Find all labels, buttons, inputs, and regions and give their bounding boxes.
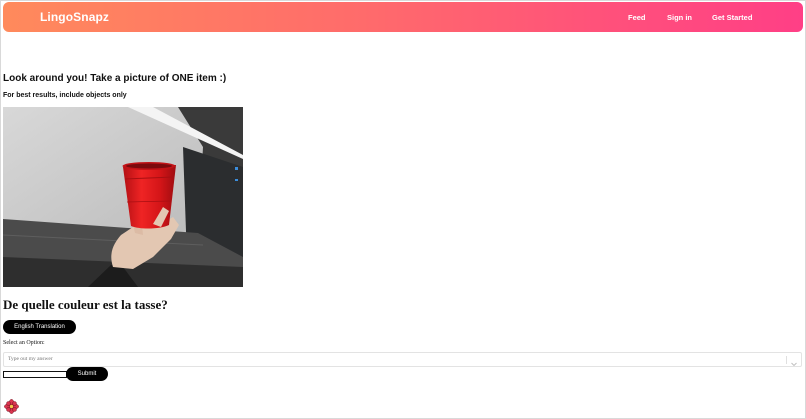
english-translation-button[interactable]: English Translation (3, 320, 76, 334)
select-divider (786, 356, 787, 364)
captured-photo-image (3, 107, 243, 287)
question-text: De quelle couleur est la tasse? (3, 297, 168, 312)
flower-icon[interactable] (4, 399, 19, 414)
nav-link-get-started[interactable]: Get Started (712, 13, 752, 22)
brand-logo[interactable]: LingoSnapz (40, 10, 109, 24)
nav-link-feed[interactable]: Feed (628, 13, 646, 22)
chevron-down-icon[interactable] (790, 355, 798, 367)
select-label: Select an Option: (3, 340, 45, 346)
captured-photo (3, 107, 243, 287)
select-placeholder: Type out my answer (8, 356, 53, 362)
page-subheading: For best results, include objects only (3, 92, 127, 99)
top-navbar: LingoSnapz Feed Sign in Get Started (3, 2, 803, 32)
submit-button[interactable]: Submit (66, 367, 108, 381)
nav-link-sign-in[interactable]: Sign in (667, 13, 692, 22)
answer-option-select[interactable]: Type out my answer (3, 352, 802, 367)
page-heading: Look around you! Take a picture of ONE i… (3, 73, 227, 84)
answer-input[interactable] (3, 371, 67, 378)
